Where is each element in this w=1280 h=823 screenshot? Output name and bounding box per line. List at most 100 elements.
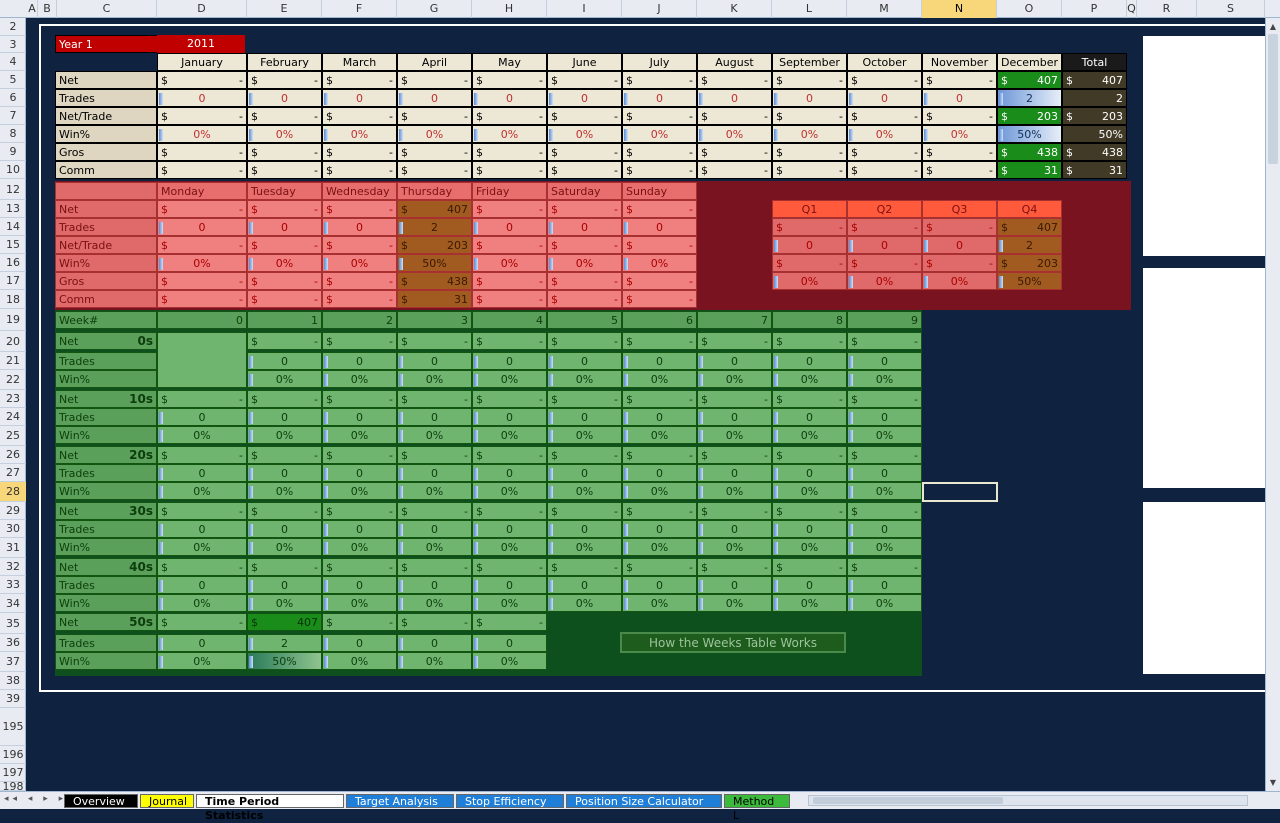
sheet-tab-overview[interactable]: Overview — [64, 794, 138, 808]
month-cell[interactable]: $31 — [997, 161, 1062, 179]
month-cell[interactable]: 0 — [697, 89, 772, 107]
week-win-cell[interactable]: 0% — [622, 370, 697, 388]
week-net-cell[interactable]: $ - — [772, 446, 847, 464]
week-trades-cell[interactable]: 0 — [847, 576, 922, 594]
day-cell[interactable]: 0% — [547, 254, 622, 272]
week-trades-cell[interactable]: 0 — [547, 520, 622, 538]
week-trades-cell[interactable]: 0 — [847, 408, 922, 426]
chart-panel-3[interactable] — [1143, 502, 1265, 674]
day-cell[interactable]: $ - — [547, 200, 622, 218]
total-cell[interactable]: $438 — [1062, 143, 1127, 161]
day-cell[interactable]: $ - — [547, 272, 622, 290]
month-cell[interactable]: $ - — [472, 161, 547, 179]
week-net-cell[interactable]: $ - — [547, 502, 622, 520]
week-net-cell[interactable]: $ - — [547, 446, 622, 464]
month-cell[interactable]: $ - — [622, 143, 697, 161]
month-cell[interactable]: $ - — [157, 143, 247, 161]
month-cell[interactable]: $ - — [247, 107, 322, 125]
day-cell[interactable]: $ - — [247, 272, 322, 290]
week-win-cell[interactable]: 0% — [772, 538, 847, 556]
week-net-cell[interactable]: $ - — [472, 390, 547, 408]
week-trades-cell[interactable]: 0 — [547, 408, 622, 426]
total-cell[interactable]: $31 — [1062, 161, 1127, 179]
week-net-cell[interactable]: $ - — [772, 502, 847, 520]
week-net-cell[interactable]: $ - — [397, 502, 472, 520]
week-trades-cell[interactable]: 0 — [547, 464, 622, 482]
total-cell[interactable]: 2 — [1062, 89, 1127, 107]
week-net-cell[interactable]: $ - — [622, 502, 697, 520]
week-win-cell[interactable]: 50% — [247, 652, 322, 670]
week-trades-cell[interactable]: 0 — [547, 352, 622, 370]
sheet-tab-journal[interactable]: Journal — [140, 794, 194, 808]
week-net-cell[interactable]: $ - — [322, 390, 397, 408]
week-win-cell[interactable]: 0% — [397, 594, 472, 612]
week-net-cell[interactable]: $ - — [157, 502, 247, 520]
week-net-cell[interactable]: $ - — [697, 502, 772, 520]
month-cell[interactable]: $ - — [397, 71, 472, 89]
scroll-down-icon[interactable]: ▼ — [1268, 778, 1278, 788]
month-cell[interactable]: 0% — [697, 125, 772, 143]
quarter-cell[interactable]: 2 — [997, 236, 1062, 254]
quarter-cell[interactable]: $203 — [997, 254, 1062, 272]
month-cell[interactable]: $ - — [397, 161, 472, 179]
day-cell[interactable]: 0% — [622, 254, 697, 272]
week-net-cell[interactable]: $ - — [472, 613, 547, 631]
week-win-cell[interactable]: 0% — [847, 426, 922, 444]
week-net-cell[interactable]: $ - — [322, 446, 397, 464]
week-trades-cell[interactable]: 0 — [772, 352, 847, 370]
week-net-cell[interactable]: $ - — [622, 558, 697, 576]
month-cell[interactable]: $407 — [997, 71, 1062, 89]
week-trades-cell[interactable]: 0 — [247, 520, 322, 538]
vertical-scroll-thumb[interactable] — [1268, 34, 1278, 164]
week-trades-cell[interactable]: 0 — [472, 576, 547, 594]
week-win-cell[interactable]: 0% — [247, 538, 322, 556]
quarter-cell[interactable]: $407 — [997, 218, 1062, 236]
week-trades-cell[interactable]: 0 — [772, 576, 847, 594]
month-cell[interactable]: $ - — [547, 143, 622, 161]
day-cell[interactable]: $ - — [322, 236, 397, 254]
week-net-cell[interactable]: $ - — [472, 502, 547, 520]
week-net-cell[interactable]: $ - — [697, 558, 772, 576]
week-trades-cell[interactable]: 0 — [322, 634, 397, 652]
month-cell[interactable]: $ - — [772, 107, 847, 125]
sheet-tab-method-l[interactable]: Method L — [724, 794, 790, 822]
week-net-cell[interactable]: $ - — [322, 558, 397, 576]
day-cell[interactable]: $ - — [472, 236, 547, 254]
month-cell[interactable]: $ - — [922, 71, 997, 89]
month-cell[interactable]: $ - — [622, 71, 697, 89]
month-cell[interactable]: 0 — [247, 89, 322, 107]
day-cell[interactable]: 0 — [322, 218, 397, 236]
week-net-cell[interactable]: $ - — [322, 502, 397, 520]
sheet-tab-target-analysis[interactable]: Target Analysis — [346, 794, 454, 808]
day-cell[interactable]: 50% — [397, 254, 472, 272]
month-cell[interactable]: $ - — [322, 161, 397, 179]
week-win-cell[interactable]: 0% — [622, 482, 697, 500]
week-win-cell[interactable]: 0% — [772, 482, 847, 500]
day-cell[interactable]: $ - — [157, 200, 247, 218]
week-win-cell[interactable]: 0% — [322, 538, 397, 556]
week-net-cell[interactable]: $ - — [547, 332, 622, 350]
day-cell[interactable]: $ - — [322, 272, 397, 290]
quarter-cell[interactable]: $ - — [847, 218, 922, 236]
week-win-cell[interactable]: 0% — [322, 594, 397, 612]
quarter-cell[interactable]: 0% — [772, 272, 847, 290]
week-win-cell[interactable]: 0% — [397, 538, 472, 556]
total-cell[interactable]: $407 — [1062, 71, 1127, 89]
week-net-cell[interactable]: $ - — [697, 446, 772, 464]
week-win-cell[interactable]: 0% — [847, 538, 922, 556]
week-win-cell[interactable]: 0% — [472, 370, 547, 388]
month-cell[interactable]: $ - — [622, 107, 697, 125]
day-cell[interactable]: 0 — [472, 218, 547, 236]
week-win-cell[interactable]: 0% — [157, 426, 247, 444]
week-trades-cell[interactable]: 0 — [472, 408, 547, 426]
day-cell[interactable]: $ - — [547, 236, 622, 254]
week-net-cell[interactable]: $ - — [322, 613, 397, 631]
week-trades-cell[interactable]: 0 — [322, 352, 397, 370]
week-win-cell[interactable]: 0% — [157, 538, 247, 556]
month-cell[interactable]: $ - — [322, 71, 397, 89]
horizontal-scroll-thumb[interactable] — [813, 797, 1003, 804]
week-win-cell[interactable]: 0% — [547, 370, 622, 388]
week-trades-cell[interactable]: 0 — [472, 464, 547, 482]
day-cell[interactable]: $ - — [247, 236, 322, 254]
week-trades-cell[interactable]: 0 — [322, 576, 397, 594]
